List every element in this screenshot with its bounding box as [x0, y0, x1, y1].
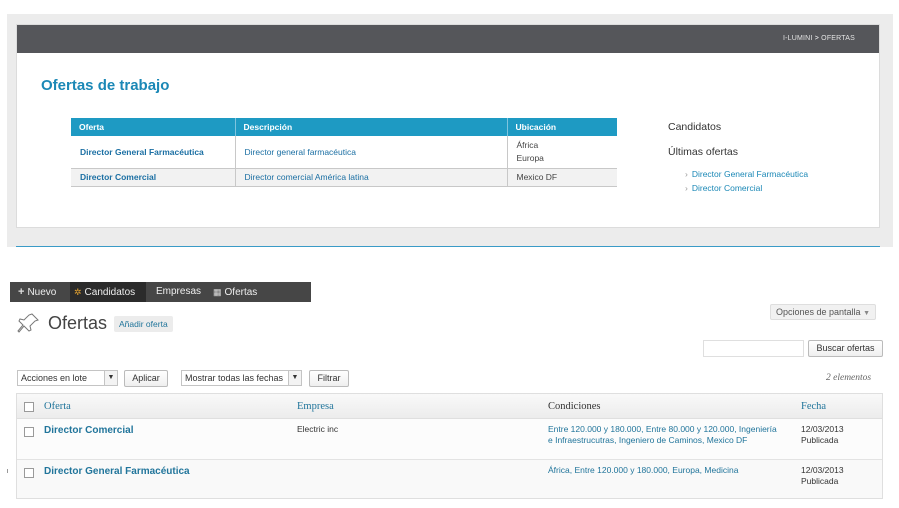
column-oferta[interactable]: Oferta: [44, 401, 71, 412]
pushpin-icon: [17, 313, 39, 333]
chevron-down-icon: ▼: [863, 310, 870, 317]
admin-ofertas-menu[interactable]: ▦ Ofertas: [213, 282, 257, 302]
table-row: Director General Farmacéutica África, En…: [17, 460, 882, 498]
sidebar-latest-item[interactable]: › Director Comercial: [685, 183, 808, 197]
search-input[interactable]: [703, 340, 804, 357]
job-location-item: África: [516, 139, 539, 150]
chevron-down-icon: ▼: [288, 371, 301, 385]
offers-list-header: Oferta Empresa Condiciones Fecha: [17, 394, 882, 419]
job-location: Mexico DF: [507, 168, 617, 187]
job-location: África Europa: [507, 136, 617, 169]
items-count: 2 elementos: [826, 373, 872, 383]
admin-new-menu[interactable]: + Nuevo: [18, 282, 56, 302]
admin-empresas-label: Empresas: [156, 286, 202, 297]
site-topbar: I-LUMINI > OFERTAS: [17, 25, 879, 53]
add-offer-button[interactable]: Añadir oferta: [114, 316, 173, 332]
breadcrumb-separator: >: [814, 35, 820, 42]
admin-ofertas-label: Ofertas: [224, 287, 258, 298]
jobs-header-descripcion: Descripción: [235, 118, 508, 136]
job-description-link[interactable]: Director general farmacéutica: [235, 136, 508, 169]
column-empresa[interactable]: Empresa: [297, 401, 334, 412]
dates-filter-value: Mostrar todas las fechas: [185, 373, 284, 383]
admin-toolbar: + Nuevo ✲ Candidatos Empresas ▦ Ofertas: [10, 282, 311, 302]
search-offers-button[interactable]: Buscar ofertas: [808, 340, 883, 357]
breadcrumb-current: OFERTAS: [821, 35, 855, 42]
column-fecha[interactable]: Fecha: [801, 401, 826, 412]
sidebar-candidatos-heading: Candidatos: [668, 121, 722, 133]
job-location-item: Europa: [516, 152, 544, 163]
offer-title-link[interactable]: Director Comercial: [44, 425, 133, 436]
jobs-header-ubicacion: Ubicación: [507, 118, 617, 136]
breadcrumb-home[interactable]: I-LUMINI: [783, 35, 813, 42]
bulk-actions-value: Acciones en lote: [21, 373, 88, 383]
offer-date: 12/03/2013: [801, 465, 844, 475]
jobs-row: Director General Farmacéutica Director g…: [71, 136, 617, 169]
screen-options-label: Opciones de pantalla: [775, 307, 861, 317]
offer-conditions[interactable]: Entre 120.000 y 180.000, Entre 80.000 y …: [548, 424, 778, 446]
admin-page-title: Ofertas: [48, 313, 108, 333]
job-title-link[interactable]: Director Comercial: [71, 168, 236, 187]
table-row: Director Comercial Electric inc Entre 12…: [17, 419, 882, 460]
briefcase-icon: ▦: [213, 287, 222, 297]
offer-status: Publicada: [801, 476, 839, 486]
filter-button[interactable]: Filtrar: [309, 370, 349, 387]
sidebar-latest-list: › Director General Farmacéutica › Director…: [685, 169, 808, 197]
canvas: I-LUMINI > OFERTAS Ofertas de trabajo Of…: [0, 0, 899, 508]
admin-candidatos-menu[interactable]: ✲ Candidatos: [70, 282, 146, 302]
admin-new-label: Nuevo: [27, 287, 57, 298]
offers-list-table: Oferta Empresa Condiciones Fecha Directo…: [16, 393, 883, 499]
jobs-row: Director Comercial Director comercial Am…: [71, 168, 617, 187]
admin-candidatos-label: Candidatos: [84, 287, 136, 298]
dates-filter-select[interactable]: Mostrar todas las fechas ▼: [181, 370, 302, 386]
jobs-table: Oferta Descripción Ubicación Director Ge…: [71, 118, 617, 187]
row-checkbox[interactable]: [24, 427, 34, 437]
column-condiciones: Condiciones: [548, 401, 601, 412]
select-all-checkbox[interactable]: [24, 402, 34, 412]
sidebar-latest-label: Director Comercial: [691, 183, 763, 193]
apply-button[interactable]: Aplicar: [124, 370, 168, 387]
sidebar-latest-heading: Últimas ofertas: [668, 146, 739, 158]
breadcrumb: I-LUMINI > OFERTAS: [783, 35, 855, 42]
sidebar-latest-item[interactable]: › Director General Farmacéutica: [685, 169, 808, 183]
margin-mark: [7, 469, 8, 473]
admin-empresas-menu[interactable]: Empresas: [156, 282, 201, 302]
row-checkbox[interactable]: [24, 468, 34, 478]
chevron-right-icon: ›: [685, 169, 688, 179]
screen-options-button[interactable]: Opciones de pantalla ▼: [770, 304, 876, 320]
chevron-right-icon: ›: [685, 183, 688, 193]
offer-date: 12/03/2013: [801, 424, 844, 434]
sidebar-latest-label: Director General Farmacéutica: [691, 169, 809, 179]
offer-company: Electric inc: [297, 424, 339, 434]
site-card: I-LUMINI > OFERTAS Ofertas de trabajo Of…: [16, 24, 880, 228]
bulk-actions-select[interactable]: Acciones en lote ▼: [17, 370, 118, 386]
offer-status: Publicada: [801, 435, 839, 445]
candidates-icon: ✲: [74, 287, 82, 297]
jobs-header-oferta: Oferta: [71, 118, 236, 136]
chevron-down-icon: ▼: [104, 371, 117, 385]
section-divider: [16, 246, 880, 247]
plus-icon: +: [18, 286, 25, 298]
job-title-link[interactable]: Director General Farmacéutica: [71, 136, 236, 169]
offer-title-link[interactable]: Director General Farmacéutica: [44, 466, 190, 477]
job-description-link[interactable]: Director comercial América latina: [235, 168, 508, 187]
site-page-title: Ofertas de trabajo: [41, 77, 170, 94]
offer-conditions[interactable]: África, Entre 120.000 y 180.000, Europa,…: [548, 465, 788, 476]
